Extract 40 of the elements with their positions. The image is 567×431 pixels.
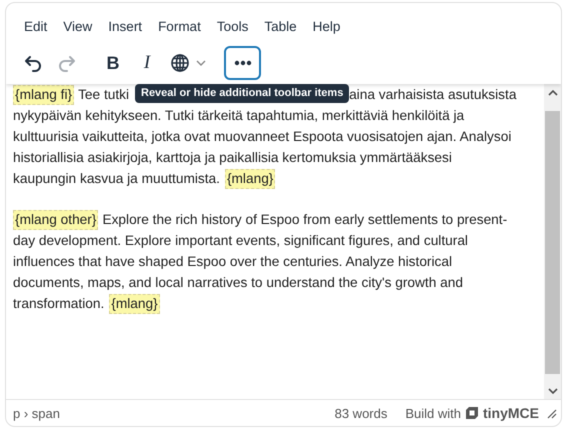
menu-item[interactable]: Edit	[17, 14, 54, 38]
text-line: nykypäivän kehitykseen. Tutki tärkeitä tapahtumia, merkittäviä henkilöitä ja	[13, 107, 464, 125]
scrollbar[interactable]	[544, 84, 561, 399]
globe-icon	[170, 53, 190, 73]
text-line: day development. Explore important events, significant figures, and cultural	[13, 232, 468, 250]
logo-icon[interactable]	[465, 406, 479, 420]
scroll-up-icon[interactable]	[548, 88, 558, 96]
brand-name[interactable]: tinyMCE	[483, 405, 539, 421]
tooltip: Reveal or hide additional toolbar items	[135, 84, 350, 103]
text-line: influences that have shaped Espoo over the centuries. Analyze historical	[13, 253, 452, 271]
more-button[interactable]	[224, 46, 261, 80]
redo-icon	[57, 53, 77, 73]
text-line: transformation.	[13, 295, 104, 313]
resize-handle-icon[interactable]	[545, 407, 557, 419]
language-tag: {mlang}	[224, 168, 276, 188]
menu-item[interactable]: View	[56, 14, 100, 38]
menu-item[interactable]: Help	[306, 14, 348, 38]
branding-text: Build with	[405, 406, 461, 420]
scroll-down-icon[interactable]	[548, 386, 558, 394]
text-line: kaupungin kasvua ja muuttumista.	[13, 170, 220, 188]
language-tag: {mlang other}	[13, 210, 98, 230]
italic-button[interactable]: I	[130, 46, 164, 80]
text-line: aina varhaisista asutuksista	[349, 86, 516, 104]
menu-item[interactable]: Format	[151, 14, 208, 38]
text-line: historiallisia asiakirjoja, karttoja ja paikallisia kertomuksia ymmärtääksesi	[13, 149, 452, 167]
menu-item[interactable]: Table	[257, 14, 304, 38]
text-line: Tee tutki	[78, 86, 130, 104]
bold-button[interactable]: B	[96, 46, 130, 80]
menu-item[interactable]: Tools	[210, 14, 256, 38]
language-tag: {mlang fi}	[13, 84, 74, 104]
more-icon	[232, 60, 252, 66]
undo-icon	[23, 53, 43, 73]
menu-item[interactable]: Insert	[101, 14, 150, 38]
text-line: kulttuurisia vaikutteita, jotka ovat muovanneet Espoota vuosisatojen ajan. Analysoi	[13, 128, 512, 146]
word-count[interactable]: 83 words	[334, 406, 388, 420]
element-path[interactable]: p › span	[13, 406, 335, 420]
chevron-down-icon	[196, 58, 206, 68]
language-tag: {mlang}	[109, 294, 160, 314]
text-line: Explore the rich history of Espoo from early settlements to present-	[102, 211, 508, 229]
text-line: documents, maps, and local narratives to understand the city's growth and	[13, 274, 463, 292]
